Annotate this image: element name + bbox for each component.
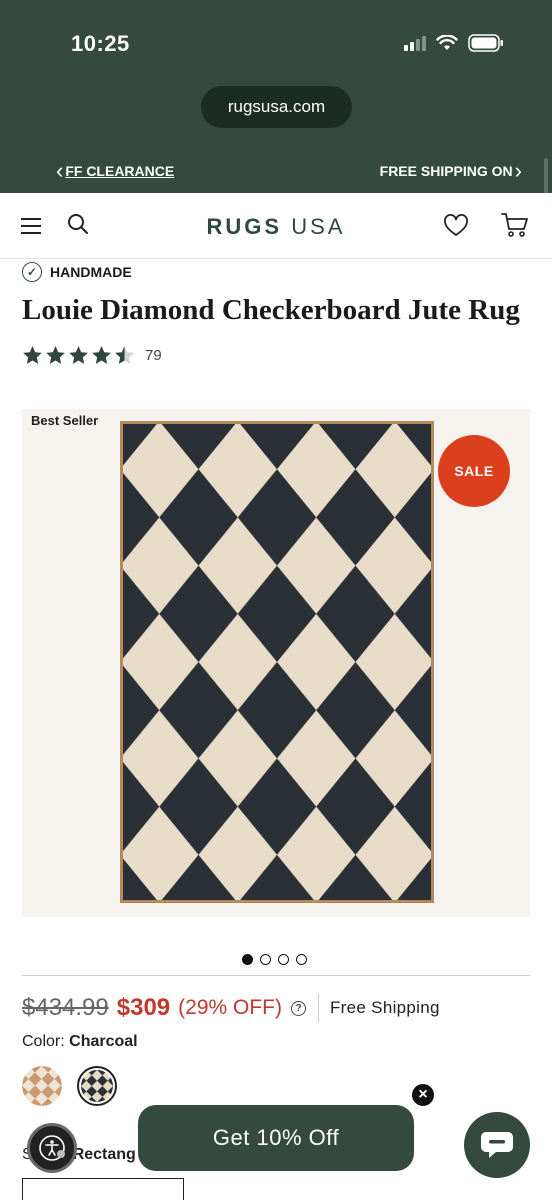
handmade-label: HANDMADE [50, 264, 132, 280]
help-icon[interactable]: ? [291, 1000, 306, 1016]
get-discount-button[interactable]: Get 10% Off [138, 1105, 414, 1171]
free-shipping-label: Free Shipping [330, 998, 440, 1017]
sale-price: $309 [116, 994, 171, 1021]
star-icon [69, 346, 88, 364]
heart-icon[interactable] [443, 214, 469, 238]
check-circle-icon: ✓ [22, 262, 42, 282]
star-icon [46, 346, 65, 364]
gallery-dot[interactable] [278, 954, 289, 965]
color-swatch-charcoal[interactable] [77, 1066, 117, 1106]
star-icon [92, 346, 111, 364]
review-count[interactable]: 79 [145, 347, 162, 364]
accessibility-icon [39, 1135, 65, 1161]
logo-light: USA [291, 214, 346, 239]
size-option[interactable] [22, 1178, 184, 1200]
chevron-right-icon: › [514, 158, 522, 183]
url-bar[interactable]: rugsusa.com [201, 86, 352, 128]
star-icon [23, 346, 42, 364]
handmade-badge: ✓ HANDMADE [22, 262, 132, 282]
site-logo[interactable]: RUGS USA [0, 214, 552, 240]
accessibility-button[interactable] [27, 1123, 77, 1173]
sale-badge: SALE [438, 435, 510, 507]
discount-label: (29% OFF) [178, 996, 282, 1019]
gallery-dot[interactable] [296, 954, 307, 965]
promo-prev[interactable]: ‹ FF CLEARANCE [56, 158, 174, 183]
status-time: 10:25 [71, 31, 130, 56]
gallery-dot[interactable] [260, 954, 271, 965]
product-rating[interactable]: 79 [22, 345, 162, 366]
promo-banner: ‹ FF CLEARANCE FREE SHIPPING ON › [0, 160, 552, 190]
cart-icon[interactable] [500, 211, 530, 239]
star-icon [115, 346, 134, 364]
separator [318, 994, 319, 1022]
logo-bold: RUGS [206, 214, 283, 239]
browser-chrome: 10:25 rugsusa.com ‹ FF CLEARANCE FREE SH… [0, 0, 552, 236]
size-value: Rectang [72, 1146, 136, 1163]
color-value: Charcoal [69, 1033, 138, 1050]
divider [22, 975, 530, 976]
gallery-dot[interactable] [242, 954, 253, 965]
battery-icon [468, 34, 503, 52]
status-icons [404, 34, 504, 52]
color-swatch-natural[interactable] [22, 1066, 62, 1106]
gallery-pagination[interactable] [242, 954, 307, 965]
promo-next[interactable]: FREE SHIPPING ON › [379, 158, 522, 183]
price-row: $434.99 $309 (29% OFF) ? Free Shipping [22, 993, 440, 1023]
color-label: Color: [22, 1033, 65, 1050]
star-rating [22, 345, 135, 366]
chat-icon [481, 1132, 513, 1158]
site-header: RUGS USA [0, 193, 552, 259]
signal-icon [404, 35, 426, 51]
chat-button[interactable] [464, 1112, 530, 1178]
chevron-left-icon: ‹ [56, 158, 64, 183]
promo-left-link[interactable]: FF CLEARANCE [65, 163, 174, 179]
original-price: $434.99 [22, 994, 109, 1021]
color-selection: Color: Charcoal [22, 1033, 138, 1051]
close-icon[interactable]: × [410, 1082, 436, 1108]
product-image[interactable] [120, 421, 434, 903]
promo-right-text: FREE SHIPPING ON [379, 163, 513, 179]
product-title: Louie Diamond Checkerboard Jute Rug [22, 294, 520, 326]
wifi-icon [436, 35, 458, 50]
best-seller-label: Best Seller [31, 413, 99, 428]
product-gallery[interactable]: Best Seller SALE [22, 409, 530, 917]
